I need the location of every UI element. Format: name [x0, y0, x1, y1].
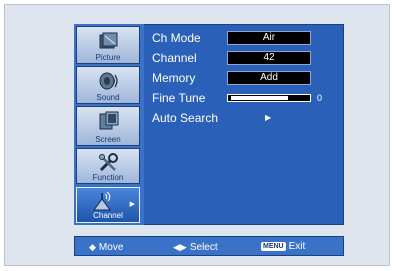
- menu-key-badge: MENU: [261, 242, 286, 251]
- sidebar-item-label: Screen: [95, 135, 121, 144]
- channel-label: Channel: [152, 51, 197, 65]
- menu-row-auto-search[interactable]: Auto Search ▶: [150, 110, 345, 126]
- osd-sidebar: Picture Sound Screen Function ▶ Channel: [74, 24, 144, 225]
- ch-mode-value[interactable]: Air: [227, 31, 311, 45]
- sidebar-item-function[interactable]: Function: [76, 148, 140, 184]
- sidebar-item-label: Channel: [93, 211, 123, 220]
- auto-search-label: Auto Search: [152, 111, 219, 125]
- channel-menu-list: Ch Mode Air Channel 42 Memory Add Fine T…: [150, 30, 345, 140]
- fine-tune-slider-fill: [231, 96, 288, 100]
- function-icon: [99, 153, 118, 172]
- hint-move-label: Move: [98, 242, 124, 253]
- hint-select-label: Select: [189, 242, 218, 253]
- submenu-arrow-icon: ▶: [265, 113, 272, 122]
- hint-move: ◆ Move: [89, 241, 123, 254]
- active-item-arrow-icon: ▶: [129, 201, 135, 208]
- fine-tune-slider[interactable]: [227, 94, 311, 102]
- sidebar-item-picture[interactable]: Picture: [76, 26, 140, 64]
- sidebar-item-label: Function: [92, 173, 124, 182]
- sound-icon: [99, 72, 118, 90]
- menu-row-ch-mode[interactable]: Ch Mode Air: [150, 30, 345, 46]
- channel-icon: [93, 191, 111, 211]
- picture-icon: [99, 32, 118, 49]
- sidebar-item-screen[interactable]: Screen: [76, 106, 140, 146]
- sidebar-item-label: Picture: [95, 53, 121, 62]
- menu-row-fine-tune[interactable]: Fine Tune 0: [150, 90, 345, 106]
- up-down-arrow-icon: ◆: [89, 242, 96, 252]
- channel-value[interactable]: 42: [227, 51, 311, 65]
- menu-row-channel[interactable]: Channel 42: [150, 50, 345, 66]
- memory-value[interactable]: Add: [227, 71, 311, 85]
- fine-tune-value: 0: [317, 93, 323, 103]
- hint-exit: MENU Exit: [261, 241, 305, 253]
- menu-row-memory[interactable]: Memory Add: [150, 70, 345, 86]
- sidebar-item-label: Sound: [96, 93, 120, 102]
- screen-icon: [99, 111, 119, 130]
- sidebar-item-channel[interactable]: ▶ Channel: [76, 187, 140, 223]
- sidebar-item-sound[interactable]: Sound: [76, 66, 140, 104]
- hint-exit-label: Exit: [288, 241, 306, 252]
- left-right-arrow-icon: ◀▶: [173, 242, 187, 252]
- fine-tune-label: Fine Tune: [152, 91, 206, 105]
- memory-label: Memory: [152, 71, 196, 85]
- hint-select: ◀▶ Select: [173, 241, 218, 254]
- ch-mode-label: Ch Mode: [152, 31, 201, 45]
- navigation-hint-bar: ◆ Move ◀▶ Select MENU Exit: [74, 236, 344, 256]
